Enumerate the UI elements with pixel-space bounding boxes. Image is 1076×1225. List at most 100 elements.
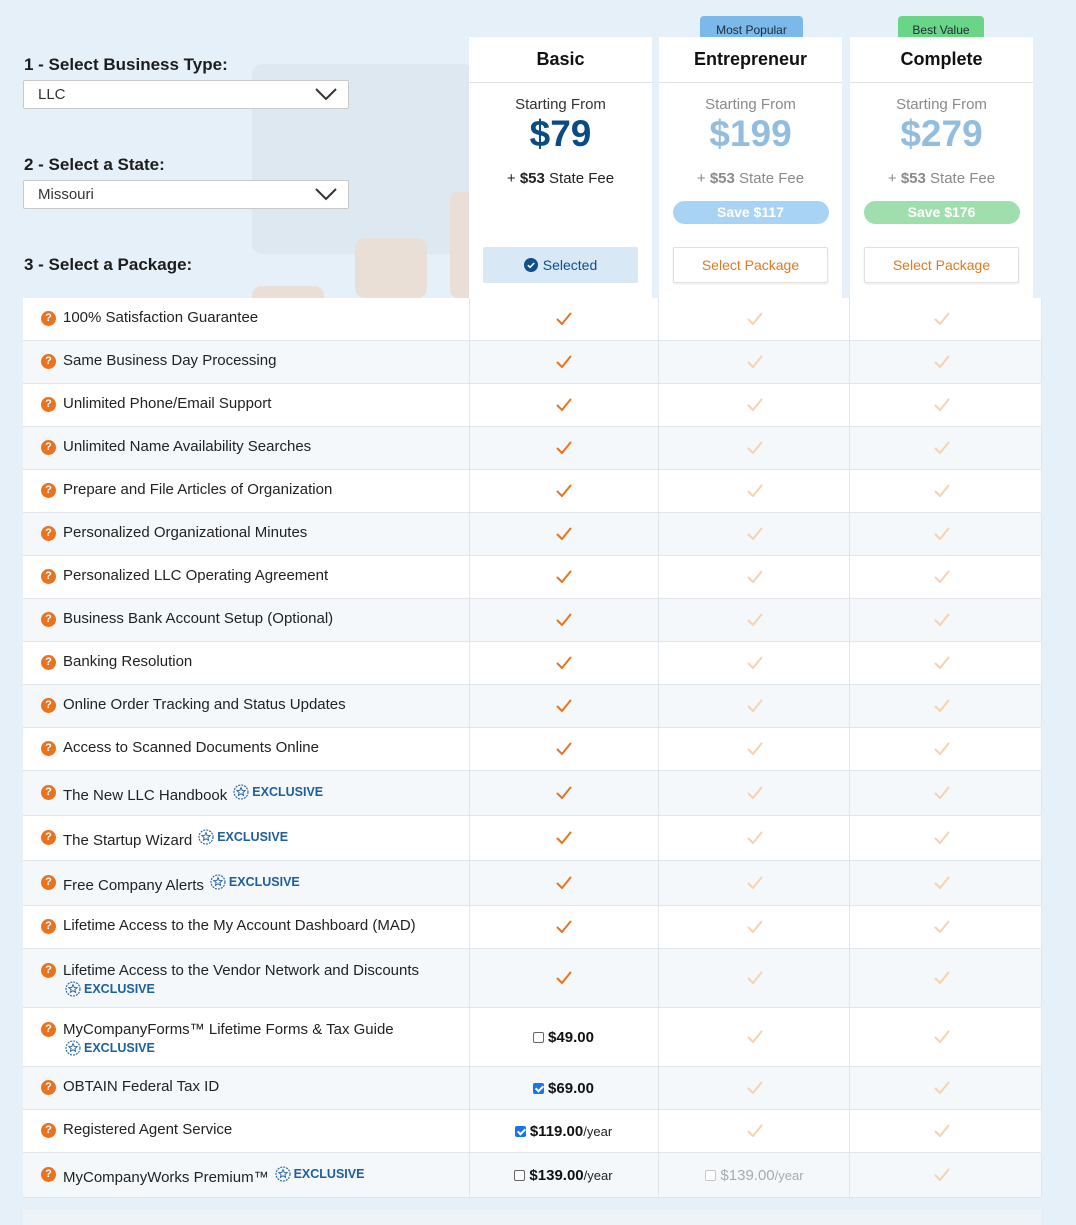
feature-label: MyCompanyForms™ Lifetime Forms & Tax Gui… (63, 1021, 394, 1061)
addon-unit: /year (583, 1123, 613, 1139)
help-icon[interactable]: ? (41, 397, 56, 412)
basic-cell (469, 816, 658, 860)
star-badge-icon (275, 1166, 291, 1182)
entrepreneur-cell (658, 861, 850, 905)
exclusive-badge: EXCLUSIVE (65, 1039, 155, 1057)
checkmark-icon (747, 920, 762, 933)
selected-button[interactable]: Selected (483, 247, 638, 283)
feature-cell: ? OBTAIN Federal Tax ID (23, 1067, 470, 1109)
table-row: ? Personalized Organizational Minutes (23, 513, 1042, 556)
help-icon[interactable]: ? (41, 919, 56, 934)
addon-option[interactable]: $139.00/year (705, 1167, 804, 1184)
feature-text: Unlimited Name Availability Searches (63, 438, 312, 455)
help-icon[interactable]: ? (41, 655, 56, 670)
exclusive-badge: EXCLUSIVE (275, 1165, 365, 1183)
help-icon[interactable]: ? (41, 963, 56, 978)
complete-cell (849, 771, 1042, 815)
state-select[interactable]: Missouri (23, 180, 349, 209)
help-icon[interactable]: ? (41, 354, 56, 369)
table-row: ? The Startup Wizard EXCLUSIVE (23, 816, 1042, 861)
addon-option[interactable]: $119.00/year (514, 1123, 613, 1140)
entrepreneur-cell (658, 341, 850, 383)
business-type-value: LLC (38, 86, 66, 103)
table-row: ? Unlimited Name Availability Searches (23, 427, 1042, 470)
addon-checkbox[interactable] (514, 1125, 526, 1137)
entrepreneur-cell (658, 1008, 850, 1066)
feature-label: Online Order Tracking and Status Updates (63, 696, 346, 714)
feature-cell: ? The Startup Wizard EXCLUSIVE (23, 816, 470, 860)
plan-price: $279 (900, 113, 983, 154)
feature-label: Unlimited Phone/Email Support (63, 395, 271, 413)
addon-checkbox[interactable] (533, 1031, 545, 1043)
select-package-button[interactable]: Select Package (864, 247, 1019, 283)
addon-checkbox[interactable] (705, 1169, 717, 1181)
plan-title: Basic (469, 37, 652, 83)
entrepreneur-cell (658, 685, 850, 727)
feature-text: The New LLC Handbook (63, 787, 228, 804)
exclusive-label: EXCLUSIVE (252, 785, 324, 799)
feature-text: Lifetime Access to the My Account Dashbo… (63, 917, 416, 934)
addon-checkbox[interactable] (514, 1169, 526, 1181)
table-row: ? Registered Agent Service $119.00/year (23, 1110, 1042, 1153)
checkmark-icon (747, 656, 762, 669)
complete-cell (849, 556, 1042, 598)
checkmark-icon (934, 699, 950, 712)
feature-label: 100% Satisfaction Guarantee (63, 309, 258, 327)
help-icon[interactable]: ? (41, 1022, 56, 1037)
checkmark-icon (934, 742, 950, 755)
checkmark-icon (556, 312, 571, 325)
checkmark-icon (747, 355, 762, 368)
feature-cell: ? Free Company Alerts EXCLUSIVE (23, 861, 470, 905)
table-row: ? Online Order Tracking and Status Update… (23, 685, 1042, 728)
state-fee: + $53 State Fee (887, 170, 996, 187)
help-icon[interactable]: ? (41, 440, 56, 455)
help-icon[interactable]: ? (41, 1080, 56, 1095)
feature-cell: ? 100% Satisfaction Guarantee (23, 298, 470, 340)
feature-label: Banking Resolution (63, 653, 192, 671)
help-icon[interactable]: ? (41, 875, 56, 890)
table-row: ? Free Company Alerts EXCLUSIVE (23, 861, 1042, 906)
help-icon[interactable]: ? (41, 785, 56, 800)
help-icon[interactable]: ? (41, 483, 56, 498)
feature-comparison-table: ? 100% Satisfaction Guarantee? Same Busine… (23, 298, 1042, 1198)
help-icon[interactable]: ? (41, 526, 56, 541)
feature-label: Free Company Alerts EXCLUSIVE (63, 873, 300, 895)
help-icon[interactable]: ? (41, 311, 56, 326)
help-icon[interactable]: ? (41, 698, 56, 713)
background-decoration (355, 238, 427, 298)
star-badge-icon (65, 1040, 81, 1056)
complete-cell (849, 470, 1042, 512)
addon-option[interactable]: $139.00/year (514, 1167, 613, 1184)
help-icon[interactable]: ? (41, 741, 56, 756)
table-row: ? 100% Satisfaction Guarantee (23, 298, 1042, 341)
entrepreneur-cell: $139.00/year (658, 1153, 850, 1197)
business-type-select[interactable]: LLC (23, 80, 349, 109)
exclusive-badge: EXCLUSIVE (65, 980, 155, 998)
help-icon[interactable]: ? (41, 1167, 56, 1182)
exclusive-label: EXCLUSIVE (228, 875, 300, 889)
basic-cell (469, 949, 658, 1007)
star-badge-icon (65, 981, 81, 997)
help-icon[interactable]: ? (41, 569, 56, 584)
checkmark-icon (556, 742, 571, 755)
addon-checkbox[interactable] (533, 1082, 545, 1094)
checkmark-icon (747, 971, 762, 984)
addon-option[interactable]: $49.00 (533, 1029, 594, 1046)
feature-label: The Startup Wizard EXCLUSIVE (63, 828, 288, 850)
help-icon[interactable]: ? (41, 1123, 56, 1138)
plan-title: Entrepreneur (659, 37, 842, 83)
select-package-button[interactable]: Select Package (673, 247, 828, 283)
checkmark-icon (556, 441, 571, 454)
help-icon[interactable]: ? (41, 830, 56, 845)
exclusive-label: EXCLUSIVE (293, 1167, 365, 1181)
basic-cell (469, 427, 658, 469)
checkmark-icon (747, 527, 762, 540)
help-icon[interactable]: ? (41, 612, 56, 627)
checkmark-icon (556, 355, 571, 368)
exclusive-badge: EXCLUSIVE (233, 783, 323, 801)
feature-cell: ? Prepare and File Articles of Organizati… (23, 470, 470, 512)
feature-text: MyCompanyForms™ Lifetime Forms & Tax Gui… (63, 1021, 394, 1038)
addon-option[interactable]: $69.00 (533, 1080, 594, 1097)
background-decoration (450, 192, 470, 298)
basic-cell (469, 599, 658, 641)
